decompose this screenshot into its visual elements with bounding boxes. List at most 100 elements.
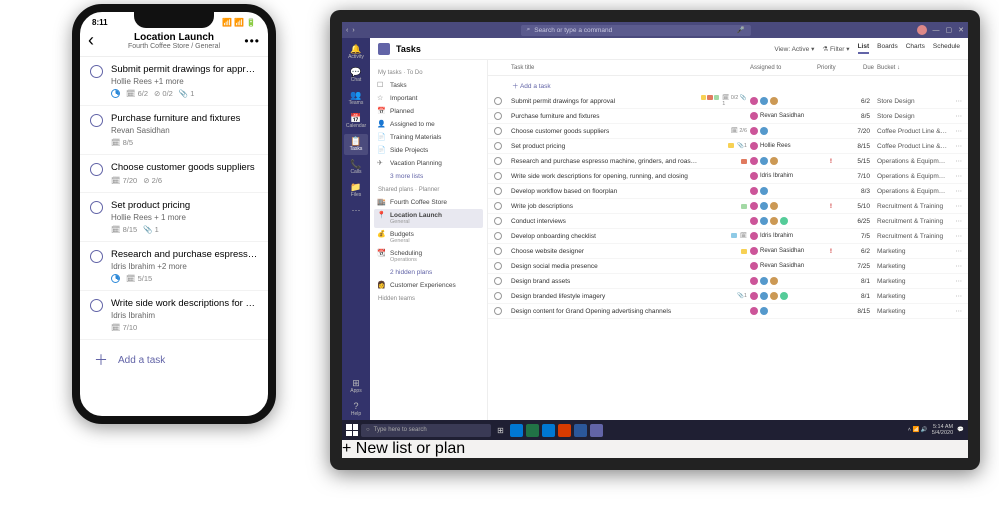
- windows-taskbar[interactable]: ○Type here to search ⊞ ˄ 📶 🔊 5:14 AM5/4/…: [342, 420, 968, 440]
- phone-task-row[interactable]: Set product pricingHollie Rees + 1 more🗓…: [80, 193, 268, 242]
- complete-circle[interactable]: [494, 277, 502, 285]
- sidebar-item[interactable]: 📄Side Projects: [374, 144, 483, 157]
- tab-boards[interactable]: Boards: [877, 43, 898, 54]
- nav-fwd-icon[interactable]: ›: [352, 27, 354, 34]
- sidebar-item[interactable]: 🏬Fourth Coffee Store: [374, 196, 483, 209]
- phone-add-task[interactable]: ＋ Add a task: [80, 340, 268, 380]
- row-menu-icon[interactable]: ⋯: [950, 202, 962, 210]
- task-row[interactable]: Purchase furniture and fixturesRevan Sas…: [488, 109, 968, 124]
- taskbar-app-icon[interactable]: [558, 424, 571, 437]
- row-menu-icon[interactable]: ⋯: [950, 277, 962, 285]
- start-button[interactable]: [346, 424, 358, 436]
- view-dropdown[interactable]: View: Active ▾: [774, 45, 814, 53]
- task-row[interactable]: Design brand assets8/1Marketing⋯: [488, 274, 968, 289]
- complete-circle[interactable]: [494, 187, 502, 195]
- row-menu-icon[interactable]: ⋯: [950, 187, 962, 195]
- complete-circle[interactable]: [494, 292, 502, 300]
- complete-circle[interactable]: [494, 112, 502, 120]
- rail-item-teams[interactable]: 👥Teams: [344, 88, 368, 109]
- complete-circle[interactable]: [494, 232, 502, 240]
- complete-circle[interactable]: [90, 299, 103, 312]
- sidebar-item[interactable]: ✈Vacation Planning: [374, 157, 483, 170]
- rail-item-chat[interactable]: 💬Chat: [344, 65, 368, 86]
- phone-task-row[interactable]: Purchase furniture and fixturesRevan Sas…: [80, 106, 268, 155]
- task-row[interactable]: Submit permit drawings for approval🗓 0/2…: [488, 94, 968, 109]
- complete-circle[interactable]: [494, 172, 502, 180]
- taskbar-app-icon[interactable]: [526, 424, 539, 437]
- tab-schedule[interactable]: Schedule: [933, 43, 960, 54]
- task-row[interactable]: Write side work descriptions for opening…: [488, 169, 968, 184]
- complete-circle[interactable]: [494, 262, 502, 270]
- sidebar-link[interactable]: 3 more lists: [374, 170, 483, 183]
- rail-item-files[interactable]: 📁Files: [344, 180, 368, 201]
- nav-back-icon[interactable]: ‹: [346, 27, 348, 34]
- row-menu-icon[interactable]: ⋯: [950, 232, 962, 240]
- phone-task-list[interactable]: Submit permit drawings for approvalHolli…: [80, 57, 268, 340]
- grid-add-task[interactable]: ＋ Add a task: [488, 76, 968, 94]
- complete-circle[interactable]: [90, 114, 103, 127]
- sidebar-item[interactable]: 📄Training Materials: [374, 131, 483, 144]
- col-bucket[interactable]: Bucket ↓: [877, 65, 947, 71]
- col-assigned[interactable]: Assigned to: [750, 65, 814, 71]
- sidebar-item[interactable]: 👤Assigned to me: [374, 118, 483, 131]
- task-row[interactable]: Develop workflow based on floorplan8/3Op…: [488, 184, 968, 199]
- tab-list[interactable]: List: [858, 43, 870, 54]
- maximize-icon[interactable]: ▢: [946, 26, 953, 34]
- sidebar-item[interactable]: ☐Tasks: [374, 79, 483, 92]
- task-view-icon[interactable]: ⊞: [494, 424, 507, 437]
- sidebar-item[interactable]: 📆SchedulingOperations: [374, 247, 483, 266]
- complete-circle[interactable]: [90, 201, 103, 214]
- col-due[interactable]: Due: [848, 65, 874, 71]
- taskbar-app-icon[interactable]: [510, 424, 523, 437]
- taskbar-app-icon[interactable]: [542, 424, 555, 437]
- rail-item-apps[interactable]: ⊞Apps: [344, 376, 368, 397]
- complete-circle[interactable]: [494, 157, 502, 165]
- complete-circle[interactable]: [494, 202, 502, 210]
- complete-circle[interactable]: [494, 97, 502, 105]
- complete-circle[interactable]: [494, 142, 502, 150]
- task-row[interactable]: Design branded lifestyle imagery📎18/1Mar…: [488, 289, 968, 304]
- nav-arrows[interactable]: ‹›: [346, 27, 355, 34]
- phone-task-row[interactable]: Write side work descriptions for op...Id…: [80, 291, 268, 340]
- row-menu-icon[interactable]: ⋯: [950, 247, 962, 255]
- row-menu-icon[interactable]: ⋯: [950, 157, 962, 165]
- close-icon[interactable]: ✕: [958, 26, 964, 34]
- rail-item-more[interactable]: ⋯: [344, 203, 368, 219]
- row-menu-icon[interactable]: ⋯: [950, 217, 962, 225]
- row-menu-icon[interactable]: ⋯: [950, 262, 962, 270]
- task-row[interactable]: Develop onboarding checklist🗓Idris Ibrah…: [488, 229, 968, 244]
- complete-circle[interactable]: [494, 127, 502, 135]
- task-row[interactable]: Conduct interviews6/25Recruitment & Trai…: [488, 214, 968, 229]
- rail-item-help[interactable]: ?Help: [344, 399, 368, 420]
- col-title[interactable]: Task title: [511, 65, 698, 71]
- phone-task-row[interactable]: Choose customer goods suppliers🗓 7/20⊘ 2…: [80, 155, 268, 193]
- complete-circle[interactable]: [90, 163, 103, 176]
- row-menu-icon[interactable]: ⋯: [950, 142, 962, 150]
- rail-item-activity[interactable]: 🔔Activity: [344, 42, 368, 63]
- task-row[interactable]: Design social media presenceRevan Sasidh…: [488, 259, 968, 274]
- row-menu-icon[interactable]: ⋯: [950, 292, 962, 300]
- rail-item-calendar[interactable]: 📅Calendar: [344, 111, 368, 132]
- more-icon[interactable]: •••: [244, 34, 260, 48]
- task-row[interactable]: Design content for Grand Opening adverti…: [488, 304, 968, 319]
- task-row[interactable]: Research and purchase espresso machine, …: [488, 154, 968, 169]
- back-icon[interactable]: ‹: [88, 30, 94, 51]
- tab-charts[interactable]: Charts: [906, 43, 925, 54]
- row-menu-icon[interactable]: ⋯: [950, 307, 962, 315]
- rail-item-tasks[interactable]: 📋Tasks: [344, 134, 368, 155]
- sidebar-item[interactable]: 📅Planned: [374, 105, 483, 118]
- filter-dropdown[interactable]: ⚗ Filter ▾: [822, 45, 849, 53]
- sidebar-link[interactable]: 2 hidden plans: [374, 266, 483, 279]
- task-row[interactable]: Choose website designerRevan Sasidhan!6/…: [488, 244, 968, 259]
- mic-icon[interactable]: 🎤: [737, 26, 745, 34]
- sidebar-item[interactable]: 📍Location LaunchGeneral: [374, 209, 483, 228]
- minimize-icon[interactable]: —: [933, 27, 940, 34]
- phone-task-row[interactable]: Research and purchase espresso...Idris I…: [80, 242, 268, 291]
- row-menu-icon[interactable]: ⋯: [950, 97, 962, 105]
- complete-circle[interactable]: [494, 307, 502, 315]
- command-search[interactable]: ⌕ Search or type a command 🎤: [521, 25, 751, 36]
- row-menu-icon[interactable]: ⋯: [950, 127, 962, 135]
- task-row[interactable]: Choose customer goods suppliers🗓 2/67/20…: [488, 124, 968, 139]
- complete-circle[interactable]: [494, 247, 502, 255]
- task-row[interactable]: Write job descriptions!5/10Recruitment &…: [488, 199, 968, 214]
